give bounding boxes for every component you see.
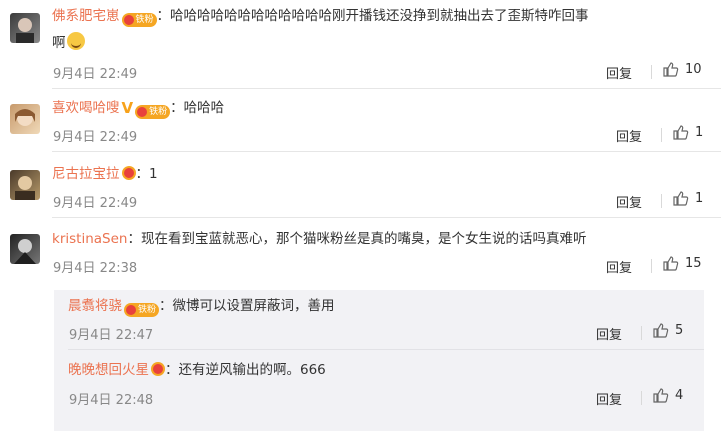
comment-username[interactable]: 喜欢喝哈嗖 (52, 100, 120, 116)
avatar[interactable] (10, 234, 40, 264)
divider (661, 128, 662, 142)
like-count: 5 (675, 323, 684, 338)
heart-icon (126, 305, 136, 315)
heart-icon (123, 15, 134, 25)
fan-badge (151, 362, 165, 376)
reply-text: 微博可以设置屏蔽词，善用 (172, 298, 335, 314)
like-button[interactable]: 15 (662, 255, 702, 272)
fan-badge (121, 166, 136, 180)
sub-reply-list: 晨翥将骁 铁粉 ：微博可以设置屏蔽词，善用 9月4日 22:47 回复 5 晚晚想回… (54, 290, 704, 431)
divider (52, 151, 721, 152)
fan-badge-label: 铁粉 (135, 15, 154, 25)
like-count: 1 (695, 125, 704, 140)
like-button[interactable]: 1 (672, 190, 703, 207)
like-button[interactable]: 1 (672, 124, 703, 141)
comment-username[interactable]: 尼古拉宝拉 (52, 166, 120, 182)
divider (68, 349, 704, 350)
like-button[interactable]: 4 (652, 387, 683, 404)
heart-icon (137, 107, 148, 117)
reply-time: 9月4日 22:47 (69, 328, 154, 343)
divider (52, 88, 721, 89)
like-count: 15 (685, 256, 702, 271)
heart-icon (123, 168, 134, 178)
comment-time: 9月4日 22:49 (53, 130, 138, 145)
fan-badge: 铁粉 (121, 13, 157, 27)
divider (661, 194, 662, 208)
comment-text-continued: 啊 (52, 35, 66, 51)
comment-username[interactable]: 佛系肥宅崽 (52, 8, 120, 24)
verified-icon: V (121, 99, 134, 117)
divider (651, 259, 652, 273)
reply-button[interactable]: 回复 (616, 192, 642, 211)
avatar[interactable] (10, 13, 40, 43)
comment-time: 9月4日 22:49 (53, 196, 138, 211)
heart-icon (153, 364, 163, 374)
avatar-image (16, 18, 34, 43)
avatar-image (15, 109, 35, 126)
reply-button[interactable]: 回复 (606, 257, 632, 276)
fan-badge: 铁粉 (124, 303, 160, 317)
comment-text: 哈哈哈哈哈哈哈哈哈哈哈哈刚开播钱还没挣到就抽出去了歪斯特咋回事 (170, 8, 589, 24)
fan-badge-label: 铁粉 (149, 107, 168, 117)
reply-button[interactable]: 回复 (606, 63, 632, 82)
like-count: 10 (685, 62, 702, 77)
reply-button[interactable]: 回复 (596, 324, 622, 343)
thumbs-up-icon (653, 323, 669, 338)
like-count: 4 (675, 388, 684, 403)
avatar-image (14, 239, 36, 264)
divider (641, 326, 642, 340)
comment-username[interactable]: kristinaSen (52, 231, 127, 247)
fan-badge-label: 铁粉 (138, 305, 157, 315)
divider (651, 65, 652, 79)
reply-button[interactable]: 回复 (596, 389, 622, 408)
comment-text: 1 (149, 166, 158, 182)
avatar[interactable] (10, 104, 40, 134)
like-count: 1 (695, 191, 704, 206)
avatar-image (15, 176, 35, 200)
like-button[interactable]: 10 (662, 61, 702, 78)
reply-button[interactable]: 回复 (616, 126, 642, 145)
thumbs-up-icon (673, 125, 689, 140)
thumbs-up-icon (663, 256, 679, 271)
reply-time: 9月4日 22:48 (69, 393, 154, 408)
thumbs-up-icon (653, 388, 669, 403)
laugh-cry-emoji-icon (66, 32, 85, 50)
fan-badge: 铁粉 (135, 105, 171, 119)
reply-username[interactable]: 晨翥将骁 (68, 298, 122, 314)
comment-text: 现在看到宝蓝就恶心，那个猫咪粉丝是真的嘴臭，是个女生说的话吗真难听 (140, 231, 587, 247)
like-button[interactable]: 5 (652, 322, 683, 339)
avatar[interactable] (10, 170, 40, 200)
thumbs-up-icon (673, 191, 689, 206)
divider (641, 391, 642, 405)
thumbs-up-icon (663, 62, 679, 77)
divider (52, 217, 721, 218)
comment-time: 9月4日 22:49 (53, 67, 138, 82)
reply-username[interactable]: 晚晚想回火星 (68, 362, 149, 378)
comment-text: 哈哈哈 (183, 100, 225, 116)
comment-time: 9月4日 22:38 (53, 261, 138, 276)
reply-text: 还有逆风输出的啊。666 (178, 362, 326, 378)
